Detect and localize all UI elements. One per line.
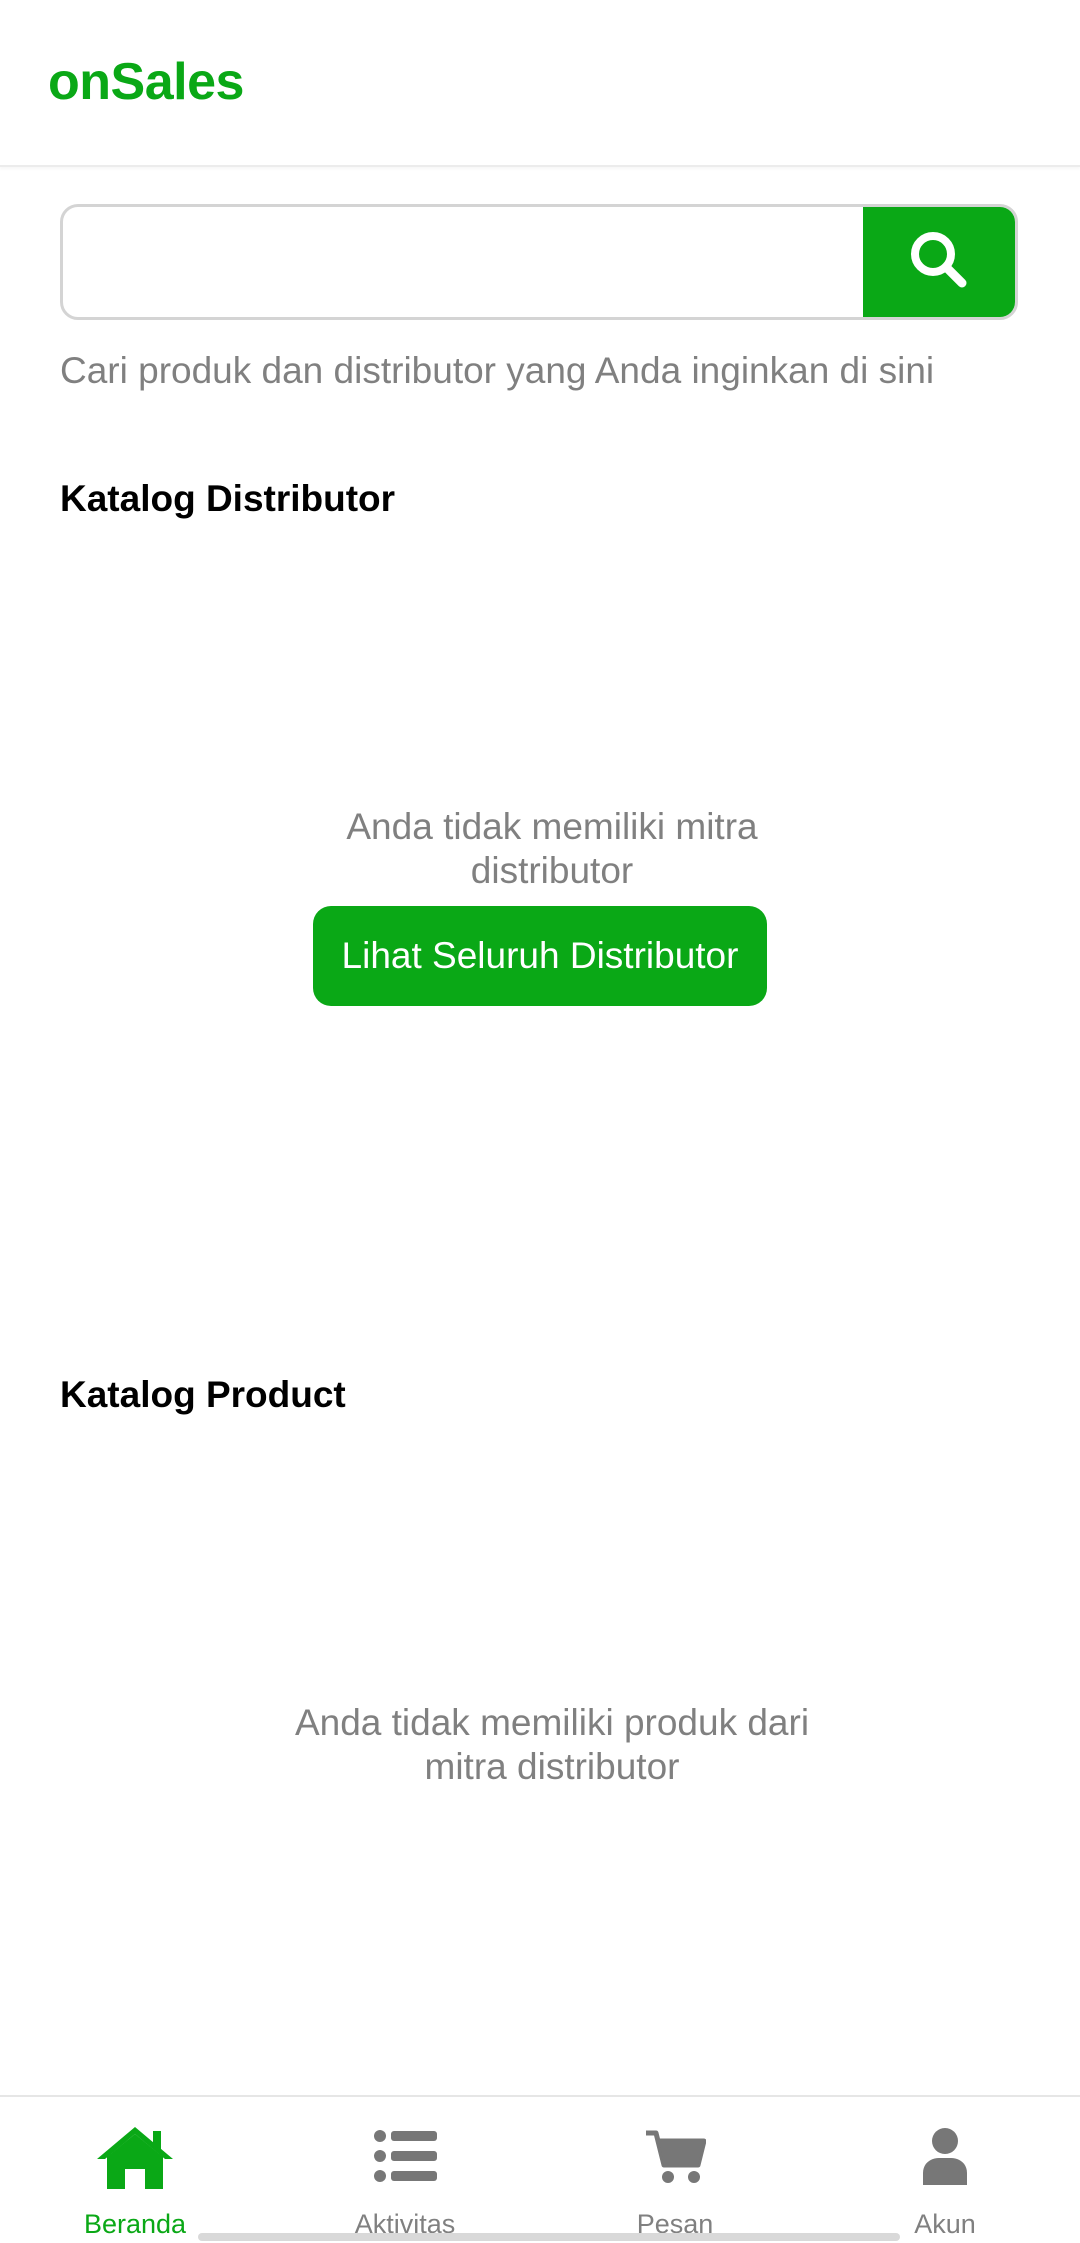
nav-item-aktivitas[interactable]: Aktivitas xyxy=(270,2097,540,2243)
product-empty-message: Anda tidak memiliki produk dari mitra di… xyxy=(0,1701,1080,1789)
search-button[interactable] xyxy=(863,207,1015,317)
distributor-empty-message: Anda tidak memiliki mitra distributor xyxy=(0,805,1080,893)
cart-icon xyxy=(540,2121,810,2191)
nav-item-beranda[interactable]: Beranda xyxy=(0,2097,270,2243)
product-empty-line-1: Anda tidak memiliki produk dari xyxy=(294,1702,810,1743)
nav-item-akun[interactable]: Akun xyxy=(810,2097,1080,2243)
app-header: onSales xyxy=(0,0,1080,167)
search-bar xyxy=(60,204,1018,320)
nav-item-pesan[interactable]: Pesan xyxy=(540,2097,810,2243)
home-indicator xyxy=(198,2233,900,2241)
home-icon xyxy=(0,2121,270,2191)
distributor-empty-line-2: distributor xyxy=(470,850,634,891)
search-hint: Cari produk dan distributor yang Anda in… xyxy=(60,350,935,391)
bottom-navigation: Beranda Aktivitas Pesan Akun xyxy=(0,2095,1080,2243)
search-input[interactable] xyxy=(63,207,866,317)
product-empty-line-2: mitra distributor xyxy=(424,1746,680,1787)
distributor-section-title: Katalog Distributor xyxy=(60,478,396,519)
view-all-distributors-button[interactable]: Lihat Seluruh Distributor xyxy=(313,906,767,1006)
product-section-title: Katalog Product xyxy=(60,1374,346,1415)
search-icon xyxy=(904,225,974,300)
distributor-empty-line-1: Anda tidak memiliki mitra xyxy=(346,806,758,847)
list-icon xyxy=(270,2121,540,2191)
app-logo: onSales xyxy=(48,53,244,111)
user-icon xyxy=(810,2121,1080,2191)
